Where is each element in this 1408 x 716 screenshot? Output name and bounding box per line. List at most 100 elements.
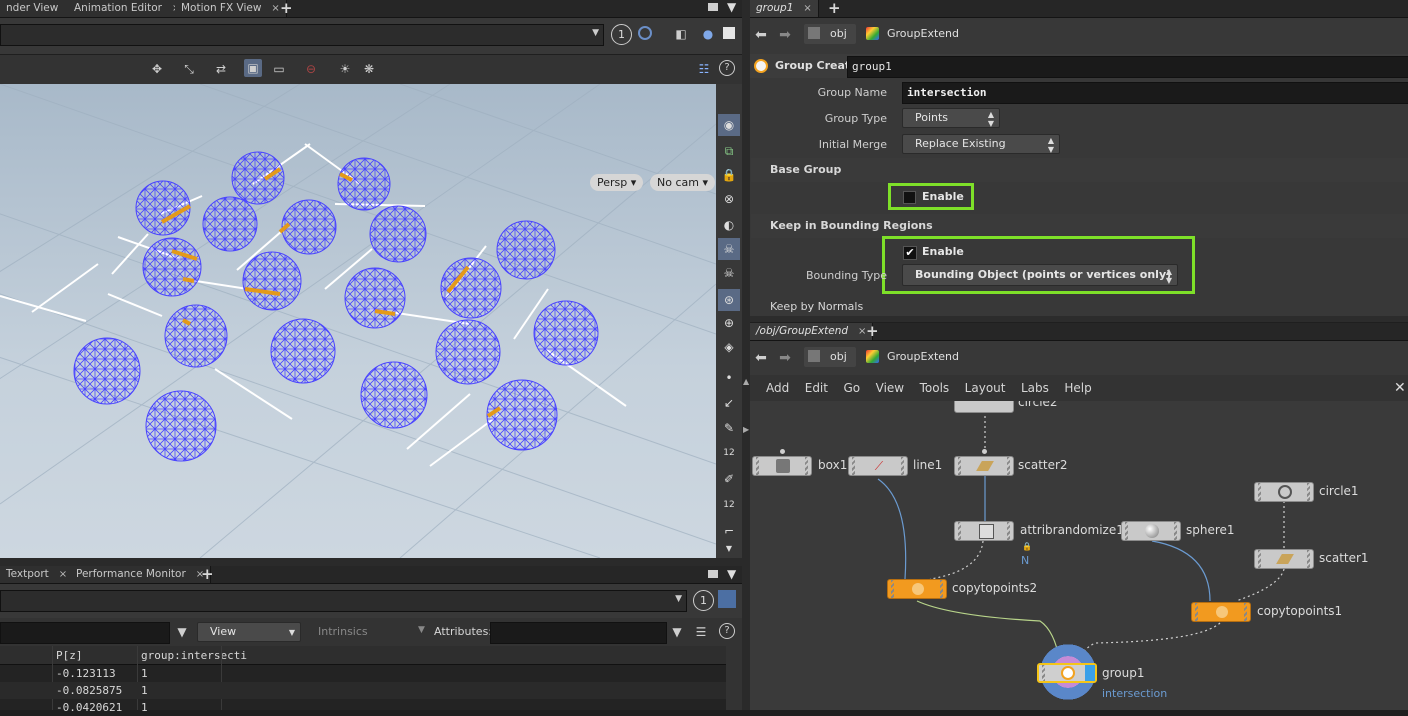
close-icon[interactable]: ×: [59, 569, 67, 580]
node-line1[interactable]: ⟋: [848, 456, 908, 476]
tab-performance-monitor[interactable]: Performance Monitor ×: [70, 566, 212, 583]
lock-icon[interactable]: 🔒: [718, 164, 740, 186]
tab-group1[interactable]: group1 ×: [750, 0, 819, 17]
chevron-down-icon[interactable]: ▼: [675, 594, 682, 604]
select-icon[interactable]: ▣: [244, 59, 262, 77]
vector-icon[interactable]: ↙: [718, 392, 740, 414]
forward-arrow-icon[interactable]: ➡: [776, 26, 794, 44]
chevron-right-icon[interactable]: ▶: [743, 425, 749, 434]
keep-bounding-section[interactable]: Keep in Bounding Regions: [751, 214, 1408, 238]
display-icon[interactable]: ▭: [270, 60, 288, 78]
handle-icon[interactable]: ⤡: [180, 60, 198, 78]
table-row[interactable]: -0.123113 1: [0, 665, 726, 682]
camera-icon[interactable]: ⊕: [718, 312, 740, 334]
snap-icon[interactable]: ⇄: [212, 60, 230, 78]
path-node-button[interactable]: GroupExtend: [862, 347, 982, 367]
shading-icon[interactable]: ◐: [718, 214, 740, 236]
menu-item-help[interactable]: Help: [1064, 381, 1091, 395]
render-icon[interactable]: ◈: [718, 336, 740, 358]
pane-divider[interactable]: [0, 558, 742, 566]
close-icon[interactable]: ×: [803, 3, 811, 14]
persp-button[interactable]: Persp ▾: [590, 174, 644, 191]
menu-item-labs[interactable]: Labs: [1021, 381, 1049, 395]
wrench-icon[interactable]: ✕: [1394, 375, 1406, 401]
tab-animation-editor[interactable]: Animation Editor×: [68, 0, 188, 17]
base-group-section[interactable]: Base Group: [751, 158, 1408, 182]
node-circle2[interactable]: [954, 401, 1014, 413]
node-sphere1[interactable]: [1121, 521, 1181, 541]
camera-button[interactable]: No cam ▾: [650, 174, 715, 191]
scrollbar[interactable]: [726, 646, 742, 710]
node-box1[interactable]: [752, 456, 812, 476]
gear-icon[interactable]: ❋: [360, 60, 378, 78]
display-mode-icon[interactable]: ◉: [718, 114, 740, 136]
points-icon[interactable]: ⧉: [718, 140, 740, 162]
menu-item-layout[interactable]: Layout: [965, 381, 1006, 395]
add-tab-icon[interactable]: +: [828, 0, 841, 17]
view-dropdown[interactable]: View ▼: [197, 622, 301, 642]
tab-motion-fx-view[interactable]: Motion FX View ×: [175, 0, 287, 17]
intrinsics-label[interactable]: Intrinsics: [318, 625, 368, 638]
node-circle1[interactable]: [1254, 482, 1314, 502]
paint-icon[interactable]: ✐: [718, 468, 740, 490]
help-icon[interactable]: ?: [719, 60, 735, 76]
maximize-icon[interactable]: [708, 3, 718, 11]
help-icon[interactable]: ?: [719, 623, 735, 639]
node-scatter1[interactable]: [1254, 549, 1314, 569]
table-row[interactable]: -0.0825875 1: [0, 682, 726, 699]
keep-normals-row[interactable]: Keep by Normals: [750, 296, 1408, 316]
group-name-field[interactable]: intersection: [902, 82, 1408, 104]
attributes-filter-field[interactable]: [490, 622, 667, 644]
initial-merge-dropdown[interactable]: Replace Existing ▲ ▼: [902, 134, 1060, 154]
group-type-dropdown[interactable]: Points ▲ ▼: [902, 108, 1000, 128]
close-icon[interactable]: ×: [271, 3, 279, 14]
display-options-icon[interactable]: ☷: [695, 60, 713, 78]
back-arrow-icon[interactable]: ⬅: [752, 349, 770, 367]
filter-icon[interactable]: ▼: [668, 623, 686, 641]
column-header[interactable]: P[z]: [56, 649, 83, 662]
sphere-icon[interactable]: ●: [699, 25, 717, 43]
ghost-icon[interactable]: ☠: [718, 262, 740, 284]
path-field[interactable]: ▼: [0, 24, 604, 46]
3d-viewport[interactable]: Persp ▾ No cam ▾: [0, 84, 716, 558]
menu-item-add[interactable]: Add: [766, 381, 789, 395]
normals-icon[interactable]: ⊛: [718, 289, 740, 311]
menu-item-tools[interactable]: Tools: [920, 381, 950, 395]
forward-arrow-icon[interactable]: ➡: [776, 349, 794, 367]
menu-item-go[interactable]: Go: [843, 381, 860, 395]
skull-icon[interactable]: ☠: [718, 238, 740, 260]
xray-icon[interactable]: ⊗: [718, 188, 740, 210]
chevron-up-icon[interactable]: ▲: [743, 377, 749, 386]
node-copytopoints2[interactable]: [887, 579, 947, 599]
bounding-type-dropdown[interactable]: Bounding Object (points or vertices only…: [902, 264, 1178, 286]
pen-icon[interactable]: ✎: [718, 417, 740, 439]
cube-icon[interactable]: ◧: [672, 25, 690, 43]
filter-icon[interactable]: ▼: [173, 623, 191, 641]
node-group1[interactable]: [1037, 663, 1097, 683]
light-icon[interactable]: ☀: [336, 60, 354, 78]
node-scatter2[interactable]: [954, 456, 1014, 476]
path-obj-button[interactable]: obj: [804, 24, 856, 44]
prim-number-icon[interactable]: 12: [718, 494, 740, 516]
target-icon[interactable]: [638, 26, 652, 40]
column-header[interactable]: group:intersecti: [141, 649, 247, 662]
spreadsheet-path-field[interactable]: ▼: [0, 590, 687, 612]
add-tab-icon[interactable]: +: [201, 565, 214, 583]
menu-icon[interactable]: ▼: [727, 0, 736, 14]
chevron-down-icon[interactable]: ▼: [418, 625, 425, 635]
chevron-down-icon[interactable]: ▼: [718, 538, 740, 560]
base-group-enable-checkbox[interactable]: [903, 191, 916, 204]
add-tab-icon[interactable]: +: [866, 322, 879, 340]
add-tab-icon[interactable]: +: [280, 0, 293, 17]
node-attribrandomize1[interactable]: [954, 521, 1014, 541]
node-name-field[interactable]: group1: [847, 56, 1408, 78]
bounding-enable-checkbox[interactable]: ✔: [903, 246, 917, 260]
display-flag[interactable]: [1085, 665, 1095, 681]
spreadsheet-filter-field[interactable]: [0, 622, 170, 644]
viewport-layout-indicator[interactable]: 1: [611, 24, 632, 45]
path-node-button[interactable]: GroupExtend: [862, 24, 982, 44]
pin-icon[interactable]: [718, 590, 736, 608]
back-arrow-icon[interactable]: ⬅: [752, 26, 770, 44]
square-icon[interactable]: [723, 27, 735, 39]
path-obj-button[interactable]: obj: [804, 347, 856, 367]
